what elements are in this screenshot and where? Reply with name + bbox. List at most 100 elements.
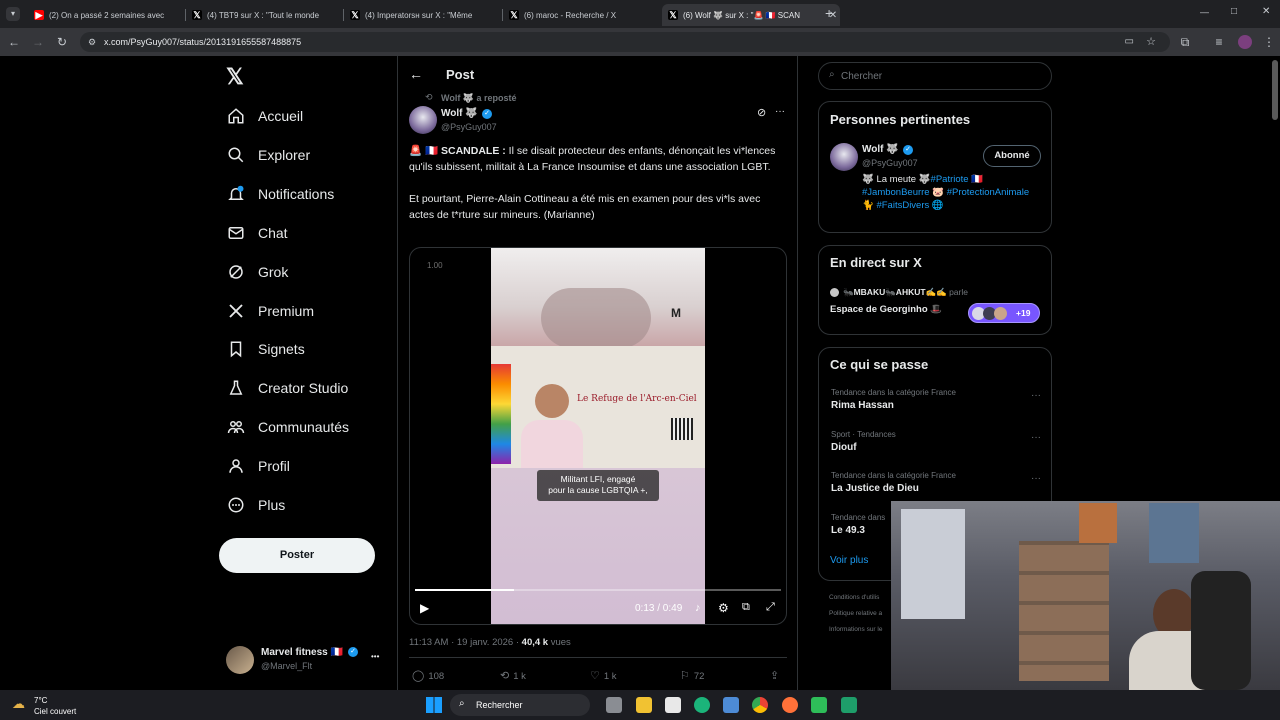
browser-tab-2[interactable]: 𝕏(4) TBT9 sur X : "Tout le monde✕ — [186, 4, 364, 26]
post-action-reply[interactable]: ◯ 108 — [412, 669, 444, 682]
minimize-button[interactable]: — — [1200, 7, 1209, 17]
back-icon[interactable]: ← — [6, 34, 22, 50]
notepad-icon[interactable] — [665, 697, 681, 713]
author-handle[interactable]: @PsyGuy007 — [441, 122, 497, 132]
sidebar-item-grok[interactable]: Grok — [226, 259, 288, 285]
volume-icon[interactable]: ♪ — [695, 602, 701, 614]
bio-tag-faits[interactable]: #FaitsDivers — [876, 200, 929, 211]
video-blurred-face — [541, 288, 651, 348]
forward-icon[interactable]: → — [30, 34, 46, 50]
cast-icon[interactable]: ▭ — [1125, 32, 1134, 52]
trend-name[interactable]: Diouf — [831, 442, 857, 453]
extensions-icon[interactable]: ⧉ — [1177, 34, 1193, 50]
play-icon[interactable]: ▶ — [420, 601, 429, 615]
repost-line[interactable]: Wolf 🐺 a reposté — [441, 93, 517, 104]
firefox-icon[interactable] — [782, 697, 798, 713]
file-explorer-icon[interactable] — [636, 697, 652, 713]
tab-search-button[interactable]: ▾ — [6, 7, 20, 21]
live-listeners-pill[interactable]: +19 — [968, 303, 1040, 323]
browser-tab-4[interactable]: 𝕏(6) maroc - Recherche / X✕ — [503, 4, 681, 26]
trend-meta: Tendance dans la catégorie France — [831, 388, 956, 397]
new-tab-button[interactable]: + — [825, 5, 833, 21]
sidebar-item-explorer[interactable]: Explorer — [226, 142, 310, 168]
address-bar[interactable]: ⚙ x.com/PsyGuy007/status/201319165558748… — [80, 32, 1170, 52]
live-space-name[interactable]: Espace de Georginho 🎩 — [830, 304, 942, 315]
action-count: 1 k — [603, 671, 617, 682]
post-action-share[interactable]: ⇪ — [770, 669, 783, 682]
trend-more-icon[interactable]: ··· — [1031, 473, 1041, 484]
sidebar-item-chat[interactable]: Chat — [226, 220, 288, 246]
footer-link-2[interactable]: Politique relative a — [829, 610, 882, 617]
sidebar-item-notifications[interactable]: Notifications — [226, 181, 334, 207]
sidebar-item-signets[interactable]: Signets — [226, 336, 305, 362]
browser-tab-5[interactable]: 𝕏 (6) Wolf 🐺 sur X : "🚨 🇫🇷 SCAN ✕ — [662, 4, 840, 26]
footer-link-1[interactable]: Conditions d'utilis — [829, 594, 879, 601]
media-control-icon[interactable]: ≡ — [1211, 34, 1227, 50]
star-bookmark-icon[interactable]: ☆ — [1146, 32, 1156, 52]
trend-name[interactable]: La Justice de Dieu — [831, 483, 919, 494]
post-action-heart[interactable]: ♡ 1 k — [590, 669, 617, 682]
reload-icon[interactable]: ↻ — [54, 34, 70, 50]
chrome-icon[interactable] — [752, 697, 768, 713]
trend-name[interactable]: Le 49.3 — [831, 525, 865, 536]
webcam-poster-1 — [1079, 503, 1117, 543]
browser-tab-3[interactable]: 𝕏(4) Imperatorsн sur X : "Même✕ — [344, 4, 522, 26]
sidebar-item-premium[interactable]: Premium — [226, 298, 314, 324]
close-window-button[interactable]: ✕ — [1262, 6, 1270, 17]
video-player[interactable]: 1.00 M Le Refuge de l'Arc-en-Ciel Milita… — [409, 247, 787, 625]
footer-link-3[interactable]: Informations sur le — [829, 626, 882, 633]
maximize-button[interactable]: □ — [1231, 6, 1237, 17]
app-icon-green[interactable] — [811, 697, 827, 713]
bio-tag-patriote[interactable]: #Patriote — [931, 174, 969, 185]
trend-more-icon[interactable]: ··· — [1031, 390, 1041, 401]
trend-name[interactable]: Rima Hassan — [831, 400, 894, 411]
follow-button[interactable]: Abonné — [983, 145, 1041, 167]
site-info-icon[interactable]: ⚙ — [88, 32, 96, 52]
sidebar-item-label: Premium — [258, 302, 315, 319]
video-progress-track[interactable] — [415, 589, 781, 591]
picture-in-picture-icon[interactable]: ⧉ — [742, 601, 750, 614]
timeline-left-border — [397, 56, 398, 690]
sidebar-item-plus[interactable]: Plus — [226, 492, 285, 518]
video-settings-icon[interactable]: ⚙ — [718, 601, 729, 615]
obs-icon[interactable] — [841, 697, 857, 713]
browser-menu-icon[interactable]: ⋮ — [1261, 34, 1277, 50]
account-more-icon[interactable]: ••• — [371, 652, 379, 661]
post-more-icon[interactable]: ··· — [775, 106, 785, 117]
trends-show-more[interactable]: Voir plus — [830, 555, 868, 566]
post-action-bookmark[interactable]: ⚐ 72 — [680, 669, 704, 682]
search-placeholder: Chercher — [841, 71, 883, 82]
task-view-icon[interactable] — [606, 697, 622, 713]
page-scrollbar[interactable] — [1272, 60, 1278, 120]
trend-more-icon[interactable]: ··· — [1031, 432, 1041, 443]
browser-tab-1[interactable]: ▶(2) On a passé 2 semaines avec✕ — [28, 4, 206, 26]
edge-icon[interactable] — [694, 697, 710, 713]
profile-avatar[interactable] — [1238, 35, 1252, 49]
account-switcher[interactable]: Marvel fitness 🇫🇷 ✓ @Marvel_Flt ••• — [226, 642, 386, 678]
bell-icon — [226, 184, 246, 204]
bio-tag-jambon[interactable]: #JambonBeurre — [862, 187, 930, 198]
start-windows-icon[interactable] — [426, 697, 442, 713]
post-button[interactable]: Poster — [219, 538, 375, 573]
post-action-retweet[interactable]: ⟲ 1 k — [500, 669, 526, 682]
grok-explain-icon[interactable]: ⊘ — [757, 106, 766, 119]
weather-temp[interactable]: 7°C — [34, 696, 47, 705]
fullscreen-icon[interactable]: ⤢ — [766, 601, 775, 614]
relevant-name[interactable]: Wolf 🐺 — [862, 144, 899, 155]
author-avatar[interactable] — [409, 106, 437, 134]
sidebar-item-creator-studio[interactable]: Creator Studio — [226, 375, 348, 401]
taskbar-search[interactable]: ⌕ Rechercher — [450, 694, 590, 716]
author-name[interactable]: Wolf 🐺 — [441, 108, 478, 119]
relevant-avatar[interactable] — [830, 143, 858, 171]
store-icon[interactable] — [723, 697, 739, 713]
sidebar-item-communautés[interactable]: Communautés — [226, 414, 349, 440]
post-back-icon[interactable]: ← — [409, 66, 423, 82]
weather-desc[interactable]: Ciel couvert — [34, 707, 76, 716]
sidebar-item-profil[interactable]: Profil — [226, 453, 290, 479]
x-logo-icon[interactable]: 𝕏 — [226, 64, 244, 90]
bio-tag-protection[interactable]: #ProtectionAnimale — [947, 187, 1029, 198]
sidebar-item-accueil[interactable]: Accueil — [226, 103, 303, 129]
post-timestamp[interactable]: 11:13 AM · 19 janv. 2026 · — [409, 637, 522, 648]
relevant-handle[interactable]: @PsyGuy007 — [862, 158, 918, 168]
search-box[interactable]: ⌕ Chercher — [818, 62, 1052, 90]
